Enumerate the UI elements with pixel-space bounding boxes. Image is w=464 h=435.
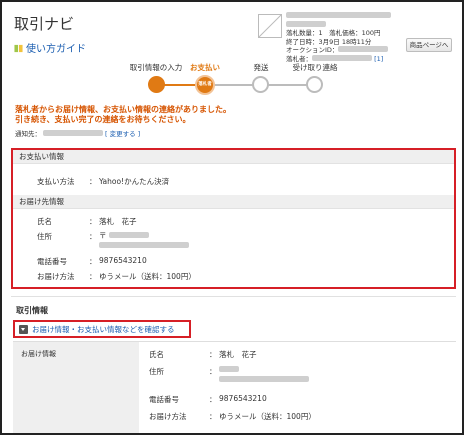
- delivery-address-sep: ：: [89, 232, 97, 241]
- confirm-info-toggle[interactable]: お届け情報・お支払い情報などを確認する: [13, 320, 191, 338]
- delivery-info-body: 氏名 ： 落札 花子 住所 ： 電話番号 ： 9876543210 お届け方法 …: [139, 342, 456, 433]
- item-title-redacted-2: [286, 20, 326, 27]
- page-title: 取引ナビ: [14, 15, 75, 33]
- payment-section-heading: お支払い情報: [13, 150, 454, 164]
- item-summary: 落札数量：1 落札価格：100円 終了日時：3月9日 18時11分 オークション…: [286, 12, 401, 63]
- notice-line-1: 落札者からお届け情報、お支払い情報の連絡がありました。: [15, 105, 231, 114]
- tx-address-label: 住所: [149, 367, 164, 376]
- delivery-method-label: お届け方法: [37, 272, 75, 281]
- item-page-button[interactable]: 商品ページへ: [406, 38, 452, 52]
- tx-address-sep: ：: [209, 367, 217, 376]
- confirm-info-link[interactable]: お届け情報・お支払い情報などを確認する: [32, 324, 175, 335]
- postal-code-redacted: [108, 232, 149, 238]
- tx-address-value: [219, 375, 309, 384]
- postal-mark: 〒: [99, 231, 107, 240]
- tx-name-sep: ：: [209, 350, 217, 359]
- tx-address-redacted: [219, 376, 309, 382]
- transaction-heading: 取引情報: [16, 306, 48, 315]
- delivery-phone-label: 電話番号: [37, 257, 67, 266]
- quantity-price-line: 落札数量：1 落札価格：100円: [286, 29, 381, 37]
- delivery-address-label: 住所: [37, 232, 52, 241]
- delivery-postal: 〒: [99, 230, 149, 241]
- item-thumbnail[interactable]: [258, 14, 282, 38]
- tx-method-value: ゆうメール（送料：100円）: [219, 412, 316, 421]
- step-circle-shipping: [252, 76, 269, 93]
- auction-id-label: オークションID：: [286, 46, 339, 54]
- page-frame: 取引ナビ 使い方ガイド 落札数量：1 落札価格：100円 終了日時：3月9日 1…: [0, 0, 464, 435]
- winner-name-redacted: [312, 54, 372, 61]
- expand-triangle-icon: [19, 325, 28, 334]
- step-circle-input: [148, 76, 165, 93]
- delivery-address-value: [99, 241, 189, 250]
- usage-guide-label: 使い方ガイド: [26, 44, 86, 55]
- delivery-section-heading: お届け先情報: [13, 195, 454, 209]
- item-title-redacted: [286, 12, 391, 18]
- step-circle-payment: 落札者: [195, 75, 215, 95]
- tx-name-value: 落札 花子: [219, 350, 257, 359]
- tx-postal-redacted: [219, 366, 239, 372]
- transaction-details: お届け情報 氏名 ： 落札 花子 住所 ： 電話番号 ： 9876543210 …: [13, 341, 456, 433]
- tx-phone-sep: ：: [209, 395, 217, 404]
- change-notify-link[interactable]: [ 変更する ]: [105, 130, 140, 138]
- step-circle-receipt: [306, 76, 323, 93]
- tx-postal: [219, 365, 239, 374]
- payment-method-value: Yahoo!かんたん決済: [99, 177, 170, 186]
- delivery-name-label: 氏名: [37, 217, 52, 226]
- tx-phone-label: 電話番号: [149, 395, 179, 404]
- delivery-method-sep: ：: [89, 272, 97, 281]
- notification-destination: 通知先： [ 変更する ]: [15, 128, 140, 138]
- delivery-name-value: 落札 花子: [99, 217, 137, 226]
- delivery-method-value: ゆうメール（送料：100円）: [99, 272, 196, 281]
- guide-book-icon: [14, 44, 23, 53]
- payment-method-sep: ：: [89, 177, 97, 186]
- delivery-phone-value: 9876543210: [99, 256, 147, 265]
- delivery-phone-sep: ：: [89, 257, 97, 266]
- status-notice: 落札者からお届け情報、お支払い情報の連絡がありました。 引き続き、支払い完了の連…: [15, 105, 231, 125]
- progress-steps: 取引情報の入力 お支払い 発送 受け取り連絡 落札者: [2, 62, 462, 102]
- notify-email-redacted: [43, 130, 103, 136]
- notice-line-2: 引き続き、支払い完了の連絡をお待ちください。: [15, 115, 191, 124]
- payment-method-label: 支払い方法: [37, 177, 75, 186]
- tx-method-sep: ：: [209, 412, 217, 421]
- payment-delivery-box: お支払い情報 支払い方法 ： Yahoo!かんたん決済 お届け先情報 氏名 ： …: [11, 148, 456, 289]
- auction-id-redacted: [338, 46, 389, 52]
- delivery-name-sep: ：: [89, 217, 97, 226]
- address-redacted: [99, 242, 189, 248]
- delivery-info-side: お届け情報: [13, 342, 139, 433]
- usage-guide-link[interactable]: 使い方ガイド: [14, 40, 86, 55]
- end-time-line: 終了日時：3月9日 18時11分: [286, 37, 372, 46]
- delivery-info-label: お届け情報: [21, 350, 56, 358]
- section-divider: [11, 296, 456, 297]
- tx-name-label: 氏名: [149, 350, 164, 359]
- step-label-receipt: 受け取り連絡: [292, 63, 338, 72]
- notify-label: 通知先：: [15, 130, 41, 138]
- tx-method-label: お届け方法: [149, 412, 187, 421]
- no-image-icon: [259, 15, 281, 37]
- tx-phone-value: 9876543210: [219, 394, 267, 403]
